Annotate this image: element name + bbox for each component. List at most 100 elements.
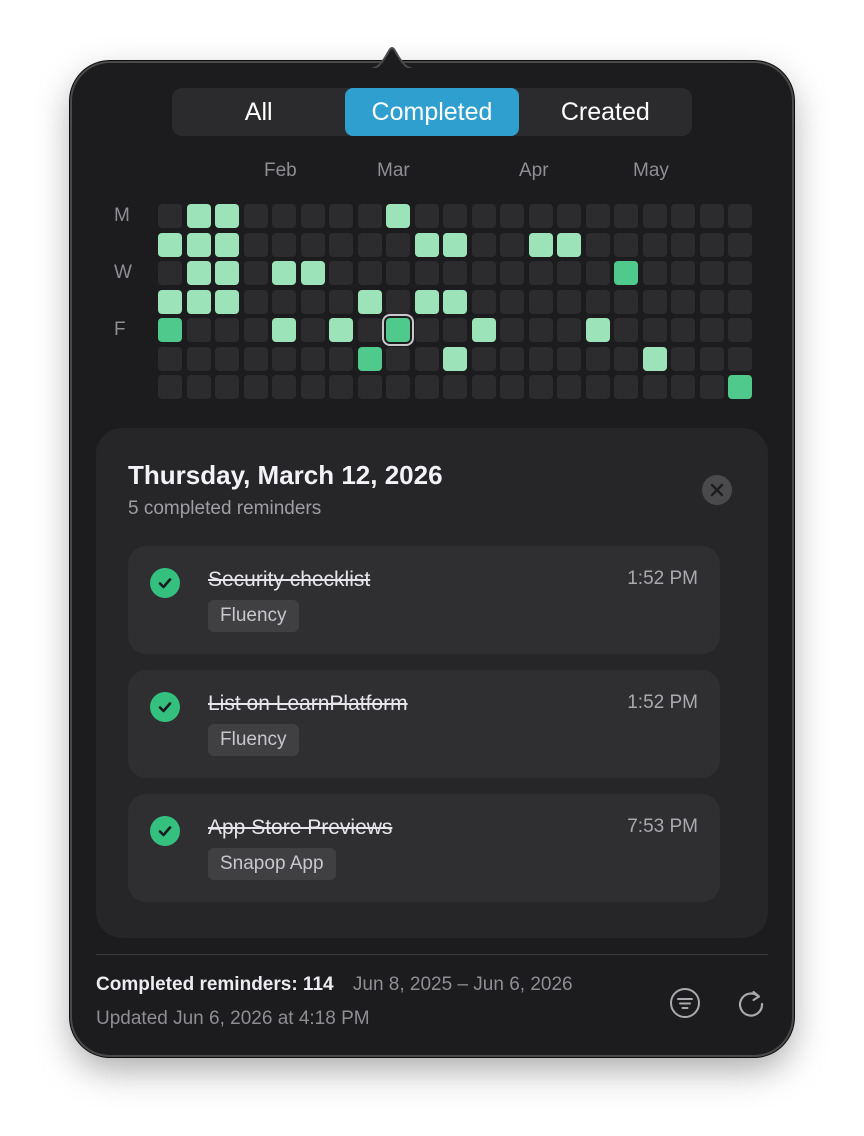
activity-day-cell[interactable] bbox=[158, 204, 182, 228]
activity-day-cell[interactable] bbox=[500, 318, 524, 342]
activity-day-cell[interactable] bbox=[158, 290, 182, 314]
activity-day-cell[interactable] bbox=[158, 233, 182, 257]
activity-day-cell[interactable] bbox=[415, 347, 439, 371]
activity-day-cell[interactable] bbox=[215, 318, 239, 342]
activity-day-cell[interactable] bbox=[614, 318, 638, 342]
activity-day-cell[interactable] bbox=[244, 290, 268, 314]
activity-day-cell[interactable] bbox=[614, 204, 638, 228]
activity-day-cell[interactable] bbox=[500, 261, 524, 285]
activity-day-cell[interactable] bbox=[244, 204, 268, 228]
activity-day-cell[interactable] bbox=[244, 375, 268, 399]
activity-day-cell[interactable] bbox=[301, 233, 325, 257]
activity-day-cell[interactable] bbox=[272, 347, 296, 371]
activity-day-cell[interactable] bbox=[187, 233, 211, 257]
activity-day-cell[interactable] bbox=[614, 233, 638, 257]
activity-day-cell[interactable] bbox=[158, 318, 182, 342]
activity-day-cell[interactable] bbox=[500, 233, 524, 257]
activity-day-cell[interactable] bbox=[386, 290, 410, 314]
activity-day-cell[interactable] bbox=[386, 233, 410, 257]
activity-day-cell[interactable] bbox=[386, 261, 410, 285]
activity-day-cell[interactable] bbox=[586, 375, 610, 399]
activity-day-cell[interactable] bbox=[244, 318, 268, 342]
activity-day-cell[interactable] bbox=[529, 318, 553, 342]
activity-day-cell[interactable] bbox=[586, 347, 610, 371]
activity-day-cell[interactable] bbox=[643, 347, 667, 371]
activity-day-cell[interactable] bbox=[215, 375, 239, 399]
activity-day-cell[interactable] bbox=[415, 290, 439, 314]
activity-day-cell[interactable] bbox=[643, 375, 667, 399]
activity-day-cell[interactable] bbox=[557, 318, 581, 342]
activity-day-cell[interactable] bbox=[557, 233, 581, 257]
activity-day-cell[interactable] bbox=[671, 290, 695, 314]
activity-day-cell[interactable] bbox=[187, 347, 211, 371]
activity-day-cell[interactable] bbox=[443, 233, 467, 257]
tab-created[interactable]: Created bbox=[519, 88, 692, 136]
activity-day-cell[interactable] bbox=[358, 233, 382, 257]
activity-day-cell[interactable] bbox=[728, 375, 752, 399]
activity-day-cell[interactable] bbox=[586, 318, 610, 342]
activity-day-cell[interactable] bbox=[301, 290, 325, 314]
activity-day-cell[interactable] bbox=[215, 261, 239, 285]
activity-day-cell[interactable] bbox=[443, 375, 467, 399]
activity-day-cell[interactable] bbox=[557, 375, 581, 399]
activity-day-cell[interactable] bbox=[187, 375, 211, 399]
activity-day-cell[interactable] bbox=[272, 375, 296, 399]
activity-day-cell[interactable] bbox=[728, 204, 752, 228]
activity-day-cell[interactable] bbox=[557, 290, 581, 314]
activity-day-cell[interactable] bbox=[728, 233, 752, 257]
activity-day-cell[interactable] bbox=[215, 233, 239, 257]
activity-day-cell[interactable] bbox=[472, 204, 496, 228]
activity-day-cell[interactable] bbox=[187, 290, 211, 314]
activity-day-cell[interactable] bbox=[614, 290, 638, 314]
activity-day-cell[interactable] bbox=[301, 204, 325, 228]
activity-day-cell[interactable] bbox=[586, 290, 610, 314]
activity-day-cell[interactable] bbox=[329, 261, 353, 285]
activity-day-cell[interactable] bbox=[358, 290, 382, 314]
activity-day-cell[interactable] bbox=[386, 318, 410, 342]
activity-day-cell[interactable] bbox=[187, 318, 211, 342]
activity-day-cell[interactable] bbox=[586, 233, 610, 257]
activity-day-cell[interactable] bbox=[700, 290, 724, 314]
reminder-item[interactable]: Security checklist 1:52 PM Fluency bbox=[128, 546, 720, 654]
activity-day-cell[interactable] bbox=[358, 261, 382, 285]
activity-day-cell[interactable] bbox=[358, 375, 382, 399]
activity-day-cell[interactable] bbox=[386, 204, 410, 228]
activity-day-cell[interactable] bbox=[301, 375, 325, 399]
activity-day-cell[interactable] bbox=[643, 204, 667, 228]
activity-day-cell[interactable] bbox=[386, 375, 410, 399]
activity-day-cell[interactable] bbox=[643, 318, 667, 342]
activity-day-cell[interactable] bbox=[443, 347, 467, 371]
activity-day-cell[interactable] bbox=[700, 204, 724, 228]
activity-day-cell[interactable] bbox=[272, 233, 296, 257]
activity-day-cell[interactable] bbox=[529, 347, 553, 371]
activity-day-cell[interactable] bbox=[443, 318, 467, 342]
activity-day-cell[interactable] bbox=[415, 204, 439, 228]
activity-day-cell[interactable] bbox=[500, 290, 524, 314]
activity-day-cell[interactable] bbox=[443, 204, 467, 228]
activity-day-cell[interactable] bbox=[329, 204, 353, 228]
activity-day-cell[interactable] bbox=[728, 318, 752, 342]
activity-day-cell[interactable] bbox=[586, 204, 610, 228]
reminder-item[interactable]: App Store Previews 7:53 PM Snapop App bbox=[128, 794, 720, 902]
activity-day-cell[interactable] bbox=[671, 204, 695, 228]
activity-day-cell[interactable] bbox=[443, 261, 467, 285]
activity-day-cell[interactable] bbox=[329, 318, 353, 342]
tab-all[interactable]: All bbox=[172, 88, 345, 136]
activity-day-cell[interactable] bbox=[158, 347, 182, 371]
activity-day-cell[interactable] bbox=[671, 261, 695, 285]
activity-day-cell[interactable] bbox=[500, 375, 524, 399]
checkmark-circle-icon[interactable] bbox=[150, 568, 180, 598]
activity-day-cell[interactable] bbox=[671, 347, 695, 371]
activity-day-cell[interactable] bbox=[301, 261, 325, 285]
activity-day-cell[interactable] bbox=[301, 347, 325, 371]
activity-day-cell[interactable] bbox=[728, 261, 752, 285]
activity-day-cell[interactable] bbox=[614, 375, 638, 399]
activity-day-cell[interactable] bbox=[671, 375, 695, 399]
activity-day-cell[interactable] bbox=[472, 347, 496, 371]
checkmark-circle-icon[interactable] bbox=[150, 692, 180, 722]
activity-day-cell[interactable] bbox=[529, 290, 553, 314]
activity-day-cell[interactable] bbox=[472, 375, 496, 399]
activity-day-cell[interactable] bbox=[728, 290, 752, 314]
close-button[interactable] bbox=[702, 475, 732, 505]
activity-day-cell[interactable] bbox=[244, 233, 268, 257]
